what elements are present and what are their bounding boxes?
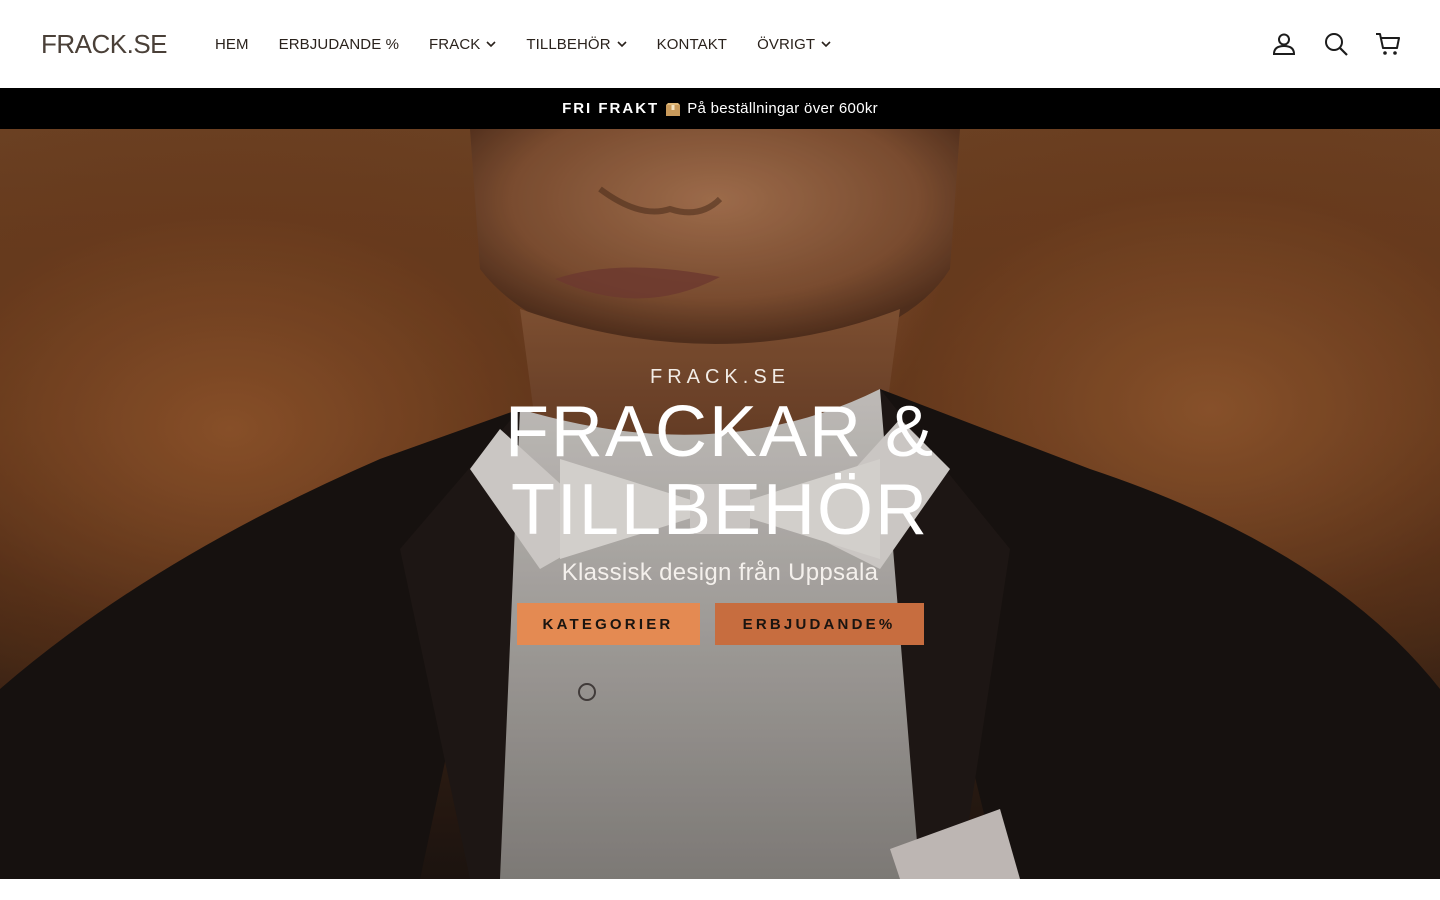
main-nav: HEM ERBJUDANDE % FRACK TILLBEHÖR KONTAKT…: [200, 0, 846, 88]
hero-subtitle: Klassisk design från Uppsala: [561, 559, 879, 586]
site-header: FRACK.SE HEM ERBJUDANDE % FRACK TILLBEHÖ…: [0, 0, 1440, 88]
nav-item-kontakt[interactable]: KONTAKT: [642, 0, 742, 88]
account-icon: [1271, 31, 1297, 57]
page-continuation: [0, 879, 1440, 900]
nav-item-erbjudande[interactable]: ERBJUDANDE %: [264, 0, 414, 88]
announcement-bar: FRI FRAKT På beställningar över 600kr: [0, 88, 1440, 129]
nav-item-hem[interactable]: HEM: [200, 0, 264, 88]
header-icons: [1258, 26, 1414, 62]
kategorier-button[interactable]: KATEGORIER: [516, 603, 700, 645]
hero-content: FRACK.SE FRACKAR & TILLBEHÖR Klassisk de…: [0, 363, 1440, 645]
hero-banner: FRACK.SE FRACKAR & TILLBEHÖR Klassisk de…: [0, 129, 1440, 879]
nav-item-label: TILLBEHÖR: [526, 35, 611, 53]
chevron-down-icon: [617, 39, 627, 49]
cart-icon: [1375, 31, 1401, 57]
package-icon: [665, 102, 681, 117]
hero-title-line1: FRACKAR &: [504, 392, 936, 472]
nav-item-label: FRACK: [429, 35, 481, 53]
nav-item-label: KONTAKT: [656, 35, 728, 53]
announcement-strong: FRI FRAKT: [562, 100, 660, 117]
search-icon: [1323, 31, 1349, 57]
nav-item-ovrigt[interactable]: ÖVRIGT: [742, 0, 846, 88]
erbjudande-button[interactable]: ERBJUDANDE%: [714, 603, 924, 645]
search-button[interactable]: [1310, 26, 1362, 62]
cart-button[interactable]: [1362, 26, 1414, 62]
nav-item-label: ÖVRIGT: [757, 35, 816, 53]
hero-title: FRACKAR & TILLBEHÖR: [0, 393, 1440, 549]
hero-buttons: KATEGORIER ERBJUDANDE%: [0, 603, 1440, 645]
nav-item-frack[interactable]: FRACK: [414, 0, 511, 88]
nav-item-label: ERBJUDANDE %: [278, 35, 400, 53]
chevron-down-icon: [821, 39, 831, 49]
site-logo[interactable]: FRACK.SE: [41, 28, 168, 60]
chevron-down-icon: [486, 39, 496, 49]
hero-eyebrow: FRACK.SE: [649, 366, 791, 388]
nav-item-tillbehor[interactable]: TILLBEHÖR: [511, 0, 641, 88]
hero-title-line2: TILLBEHÖR: [510, 470, 930, 550]
nav-item-label: HEM: [215, 35, 249, 53]
announcement-text: På beställningar över 600kr: [687, 100, 878, 117]
account-button[interactable]: [1258, 26, 1310, 62]
